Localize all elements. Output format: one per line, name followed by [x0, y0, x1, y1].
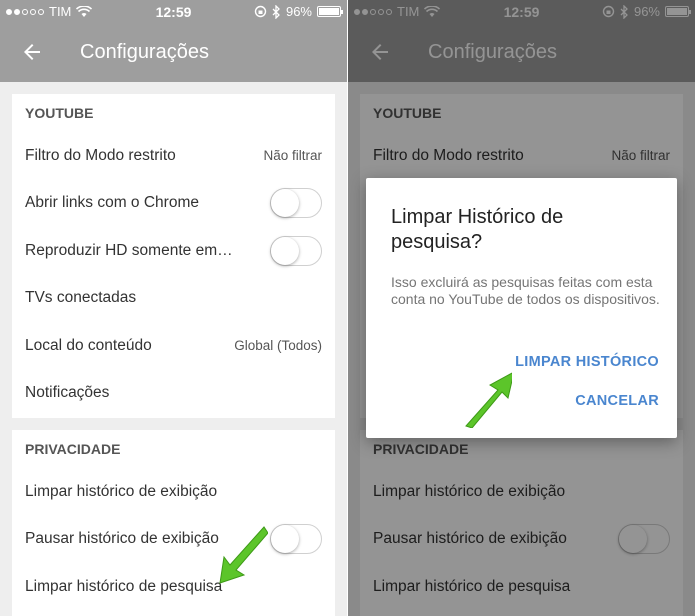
bluetooth-icon [272, 4, 280, 19]
setting-clear-watch-history[interactable]: Limpar histórico de exibição [12, 468, 335, 516]
pause-history-toggle[interactable] [270, 524, 322, 555]
settings-screen: TIM 12:59 96% Configurações YOUTUBE Filt… [0, 0, 347, 616]
setting-restricted-mode[interactable]: Filtro do Modo restrito Não filtrar [12, 132, 335, 180]
status-bar: TIM 12:59 96% [0, 0, 347, 24]
setting-notifications[interactable]: Notificações [12, 370, 335, 418]
dialog-message: Isso excluirá as pesquisas feitas com es… [391, 274, 660, 307]
chrome-links-toggle[interactable] [270, 188, 322, 219]
setting-content-location[interactable]: Local do conteúdo Global (Todos) [12, 322, 335, 370]
toggle-knob [271, 236, 299, 265]
page-title: Configurações [80, 41, 209, 63]
hd-only-toggle[interactable] [270, 235, 322, 266]
setting-value: Não filtrar [263, 148, 322, 164]
cancel-button[interactable]: CANCELAR [575, 393, 659, 409]
setting-label: Filtro do Modo restrito [25, 146, 176, 164]
setting-connected-tvs[interactable]: TVs conectadas [12, 275, 335, 323]
app-toolbar: Configurações [0, 24, 347, 82]
toggle-knob [271, 525, 299, 554]
youtube-settings-card: YOUTUBE Filtro do Modo restrito Não filt… [12, 94, 335, 418]
setting-open-links-chrome[interactable]: Abrir links com o Chrome [12, 180, 335, 228]
setting-label: Reproduzir HD somente em… [25, 241, 233, 259]
setting-label: Abrir links com o Chrome [25, 194, 199, 212]
setting-label: Limpar histórico de pesquisa [25, 577, 223, 595]
battery-icon [317, 6, 343, 17]
clear-history-button[interactable]: LIMPAR HISTÓRICO [515, 354, 659, 370]
toggle-knob [271, 189, 299, 218]
rotation-lock-icon [254, 5, 267, 18]
clear-search-history-dialog: Limpar Histórico de pesquisa? Isso exclu… [366, 178, 677, 438]
setting-label: TVs conectadas [25, 289, 137, 307]
section-header-privacy: PRIVACIDADE [25, 441, 121, 457]
setting-label: Limpar histórico de exibição [25, 482, 218, 500]
setting-hd-wifi-only[interactable]: Reproduzir HD somente em… [12, 227, 335, 275]
setting-clear-search-history[interactable]: Limpar histórico de pesquisa [12, 563, 335, 611]
green-pointer-arrow-icon [465, 372, 512, 428]
section-header-youtube: YOUTUBE [25, 105, 94, 121]
setting-pause-watch-history[interactable]: Pausar histórico de exibição [12, 516, 335, 564]
battery-percent: 96% [285, 4, 312, 19]
arrow-left-icon[interactable] [20, 40, 44, 64]
dialog-title: Limpar Histórico de pesquisa? [391, 206, 564, 253]
privacy-settings-card: PRIVACIDADE Limpar histórico de exibição… [12, 430, 335, 616]
setting-label: Notificações [25, 384, 110, 402]
setting-label: Local do conteúdo [25, 336, 152, 354]
green-pointer-arrow-icon [219, 526, 268, 584]
setting-value: Global (Todos) [234, 338, 322, 354]
settings-screen-with-dialog: TIM 12:59 96% Configurações YOUTUBE Filt… [348, 0, 695, 616]
setting-label: Pausar histórico de exibição [25, 530, 219, 548]
